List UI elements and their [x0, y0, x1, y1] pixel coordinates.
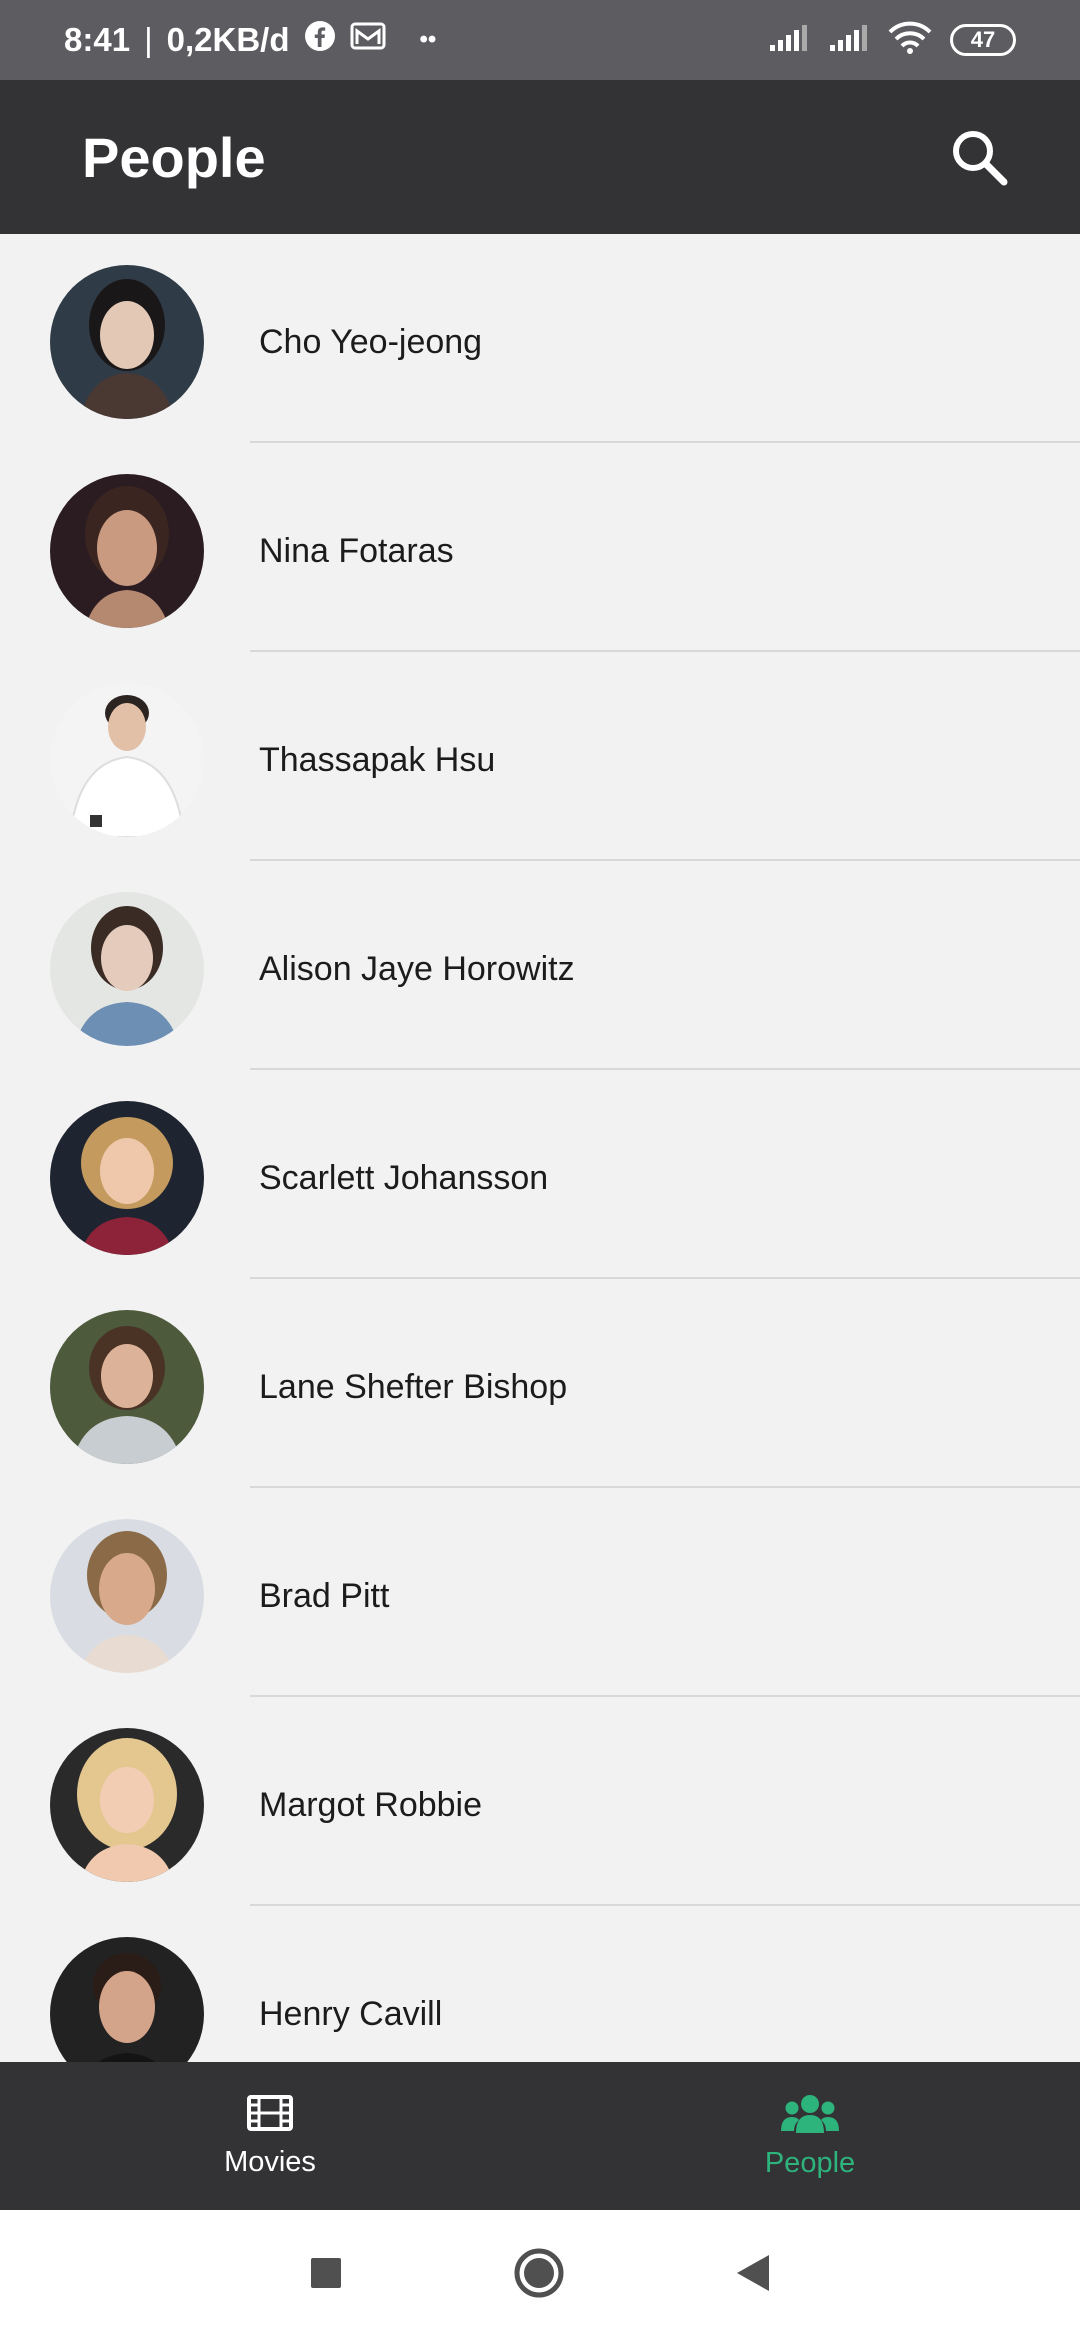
list-item[interactable]: Scarlett Johansson [0, 1070, 1080, 1279]
status-left: 8:41 | 0,2KB/d •• [64, 20, 436, 60]
person-name: Alison Jaye Horowitz [259, 949, 575, 988]
people-list[interactable]: Cho Yeo-jeong Nina Fotaras Thassapak Hsu… [0, 234, 1080, 2062]
battery-indicator: 47 [950, 24, 1016, 56]
list-item[interactable]: Henry Cavill [0, 1906, 1080, 2062]
person-name: Scarlett Johansson [259, 1158, 549, 1197]
avatar [50, 265, 204, 419]
list-item[interactable]: Lane Shefter Bishop [0, 1279, 1080, 1488]
avatar [50, 1310, 204, 1464]
recents-square-icon[interactable] [309, 2256, 343, 2295]
person-name: Nina Fotaras [259, 531, 454, 570]
film-icon [247, 2094, 293, 2131]
avatar [50, 1728, 204, 1882]
status-right: 47 [768, 21, 1016, 60]
tab-label: Movies [224, 2145, 316, 2178]
search-icon [953, 131, 1008, 186]
signal-icon-2 [828, 23, 870, 58]
tab-label: People [764, 2146, 856, 2179]
facebook-icon [304, 20, 336, 60]
person-name: Cho Yeo-jeong [259, 322, 483, 361]
system-nav-bar [0, 2210, 1080, 2340]
app-bar: People [0, 80, 1080, 234]
network-speed: 0,2KB/d [166, 21, 290, 58]
more-notifications: •• [419, 26, 437, 53]
tab-movies[interactable]: Movies [0, 2062, 540, 2210]
signal-icon [768, 23, 810, 58]
bottom-nav: Movies People [0, 2062, 1080, 2210]
person-name: Brad Pitt [259, 1576, 390, 1615]
avatar [50, 892, 204, 1046]
page-title: People [82, 125, 266, 189]
avatar [50, 474, 204, 628]
person-name: Henry Cavill [259, 1994, 443, 2033]
list-item[interactable]: Thassapak Hsu [0, 652, 1080, 861]
list-item[interactable]: Alison Jaye Horowitz [0, 861, 1080, 1070]
list-item[interactable]: Nina Fotaras [0, 443, 1080, 652]
list-item[interactable]: Cho Yeo-jeong [0, 234, 1080, 443]
wifi-icon [888, 21, 932, 60]
mail-icon [350, 20, 386, 60]
person-name: Lane Shefter Bishop [259, 1367, 568, 1406]
battery-level: 47 [970, 27, 996, 52]
search-button[interactable] [944, 122, 1014, 192]
back-triangle-icon[interactable] [735, 2253, 771, 2298]
list-item[interactable]: Brad Pitt [0, 1488, 1080, 1697]
list-item[interactable]: Margot Robbie [0, 1697, 1080, 1906]
home-circle-icon[interactable] [513, 2247, 565, 2304]
status-time: 8:41 [64, 21, 131, 58]
people-icon [781, 2094, 839, 2133]
status-separator: | [144, 21, 153, 58]
avatar [50, 1101, 204, 1255]
status-bar: 8:41 | 0,2KB/d •• 47 [0, 0, 1080, 80]
avatar [50, 1519, 204, 1673]
avatar [50, 683, 204, 837]
tab-people[interactable]: People [540, 2062, 1080, 2210]
person-name: Margot Robbie [259, 1785, 483, 1824]
person-name: Thassapak Hsu [259, 740, 496, 779]
avatar [50, 1937, 204, 2062]
